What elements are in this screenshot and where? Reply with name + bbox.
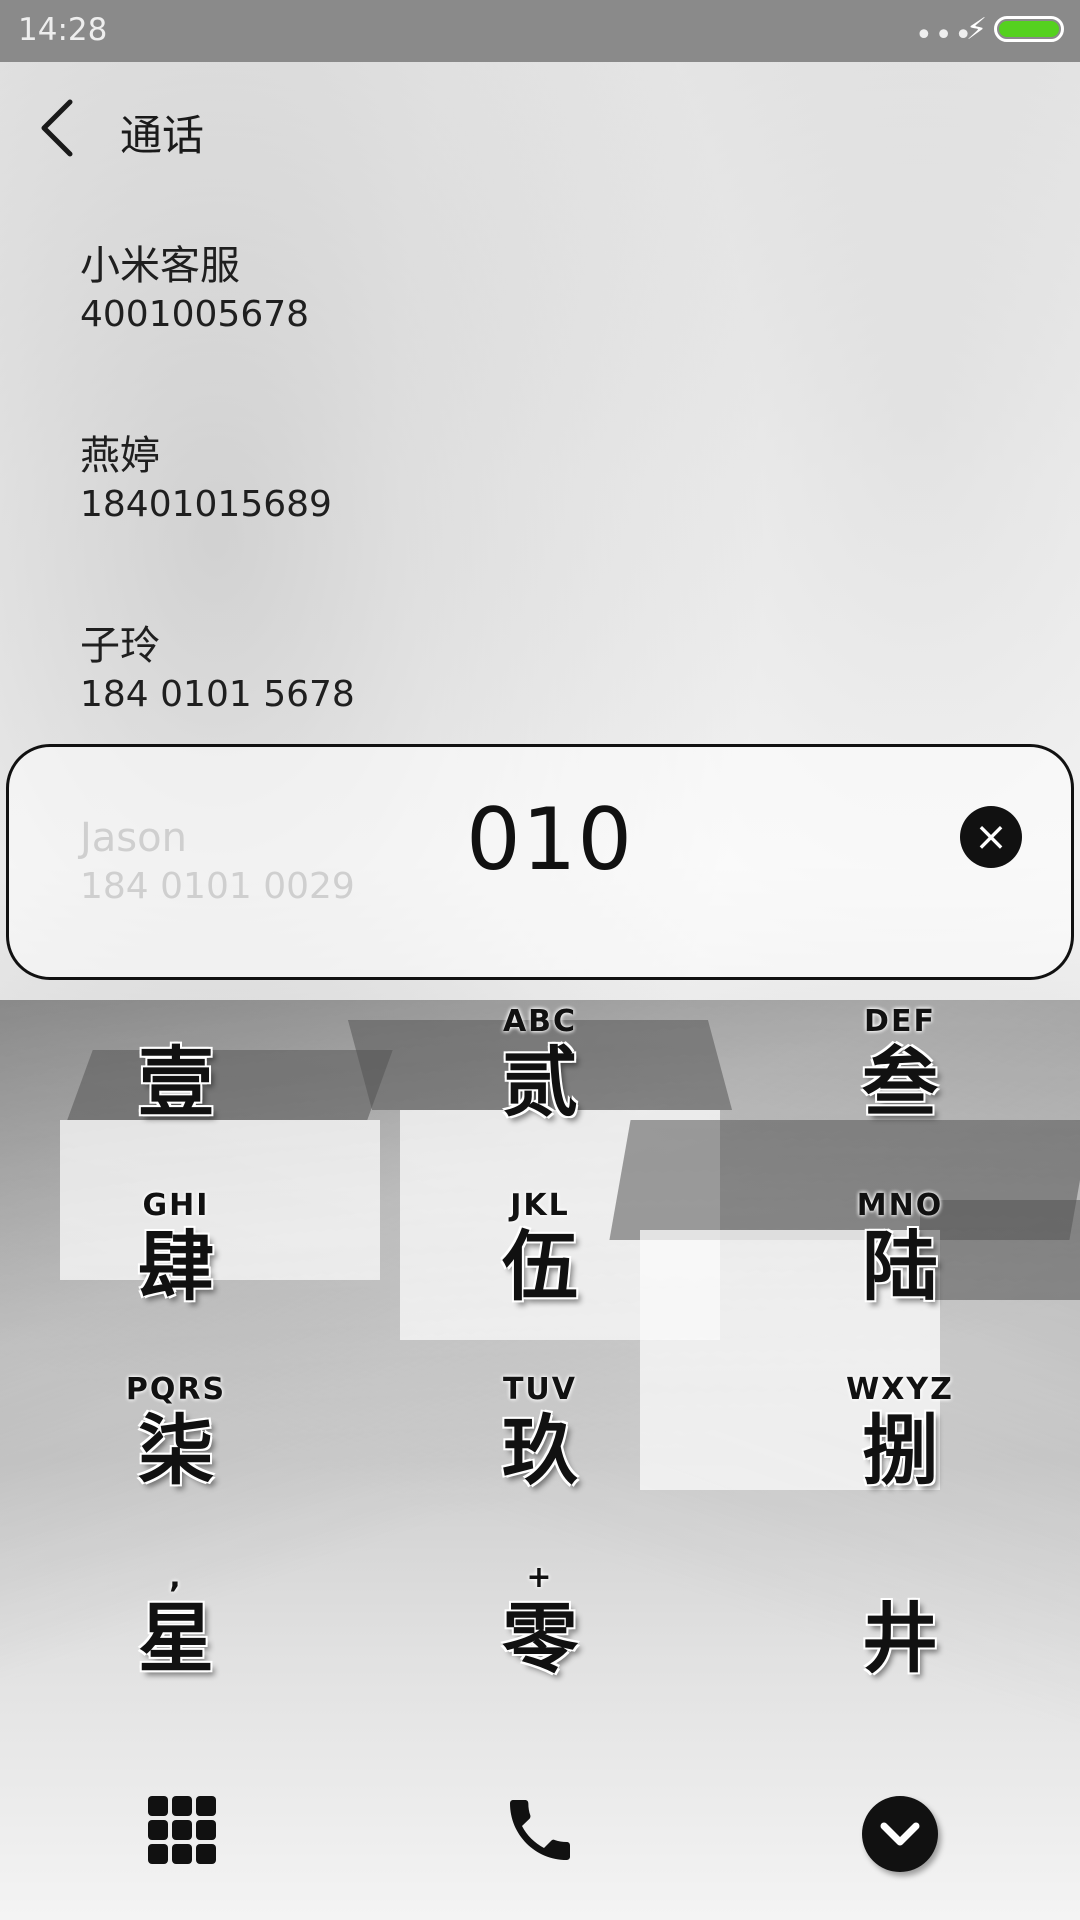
key-digit: 贰 — [502, 1038, 578, 1127]
key-letters — [56, 1004, 296, 1040]
key-digit: 星 — [138, 1594, 214, 1683]
key-4[interactable]: GHI 肆 — [56, 1188, 296, 1310]
phone-icon — [510, 1800, 570, 1860]
contact-name: 小米客服 — [80, 243, 240, 289]
key-digit: 陆 — [862, 1222, 938, 1311]
contact-name: 子玲 — [80, 623, 160, 669]
contact-number: 4001005678 — [80, 294, 310, 335]
collapse-button[interactable] — [862, 1796, 942, 1876]
grid-icon — [142, 1790, 222, 1870]
clear-button[interactable]: × — [960, 806, 1022, 868]
battery-icon — [994, 16, 1064, 42]
key-star[interactable]: , 星 — [56, 1560, 296, 1682]
key-letters — [780, 1560, 1020, 1596]
key-1[interactable]: 壹 — [56, 1004, 296, 1126]
status-time: 14:28 — [18, 12, 108, 48]
key-letters: JKL — [510, 1188, 570, 1223]
key-digit: 肆 — [138, 1222, 214, 1311]
key-2[interactable]: ABC 贰 — [420, 1004, 660, 1126]
key-digit: 柒 — [138, 1406, 214, 1495]
key-3[interactable]: DEF 叁 — [780, 1004, 1020, 1126]
key-digit: 壹 — [138, 1038, 214, 1127]
chevron-down-icon — [862, 1796, 938, 1872]
key-letters: WXYZ — [846, 1372, 954, 1407]
key-digit: 捌 — [862, 1406, 938, 1495]
key-0[interactable]: + 零 — [420, 1560, 660, 1682]
charging-icon: ⚡ — [966, 12, 988, 47]
contact-name: 燕婷 — [80, 433, 160, 479]
key-letters: , — [169, 1560, 183, 1595]
key-letters: GHI — [142, 1188, 210, 1223]
contact-number: 18401015689 — [80, 484, 332, 525]
key-digit: 叁 — [862, 1038, 938, 1127]
page-title: 通话 — [120, 111, 205, 160]
contact-item[interactable]: 燕婷 18401015689 — [80, 430, 680, 528]
key-letters: MNO — [856, 1188, 944, 1223]
call-button[interactable] — [500, 1790, 580, 1870]
key-digit: 零 — [502, 1594, 578, 1683]
contact-item[interactable]: 子玲 184 0101 5678 — [80, 620, 680, 718]
status-bar: 14:28 ••• ⚡ — [0, 0, 1080, 62]
key-5[interactable]: JKL 伍 — [420, 1188, 660, 1310]
back-button[interactable] — [34, 96, 84, 160]
key-digit: 伍 — [502, 1222, 578, 1311]
key-8[interactable]: TUV 玖 — [420, 1372, 660, 1494]
dialed-number[interactable]: 010 — [466, 790, 946, 890]
key-9[interactable]: WXYZ 捌 — [780, 1372, 1020, 1494]
key-letters: TUV — [502, 1372, 578, 1407]
chevron-left-icon — [41, 99, 73, 157]
key-6[interactable]: MNO 陆 — [780, 1188, 1020, 1310]
close-icon: × — [974, 814, 1008, 860]
contact-number: 184 0101 5678 — [80, 674, 355, 715]
key-digit: 井 — [862, 1594, 938, 1683]
key-letters: PQRS — [125, 1372, 227, 1407]
keypad-toggle-button[interactable] — [142, 1790, 222, 1870]
contact-item[interactable]: 小米客服 4001005678 — [80, 240, 680, 338]
key-digit: 玖 — [502, 1406, 578, 1495]
key-letters: DEF — [864, 1004, 936, 1039]
key-letters: + — [526, 1560, 554, 1595]
key-letters: ABC — [502, 1004, 578, 1039]
key-7[interactable]: PQRS 柒 — [56, 1372, 296, 1494]
key-hash[interactable]: 井 — [780, 1560, 1020, 1682]
